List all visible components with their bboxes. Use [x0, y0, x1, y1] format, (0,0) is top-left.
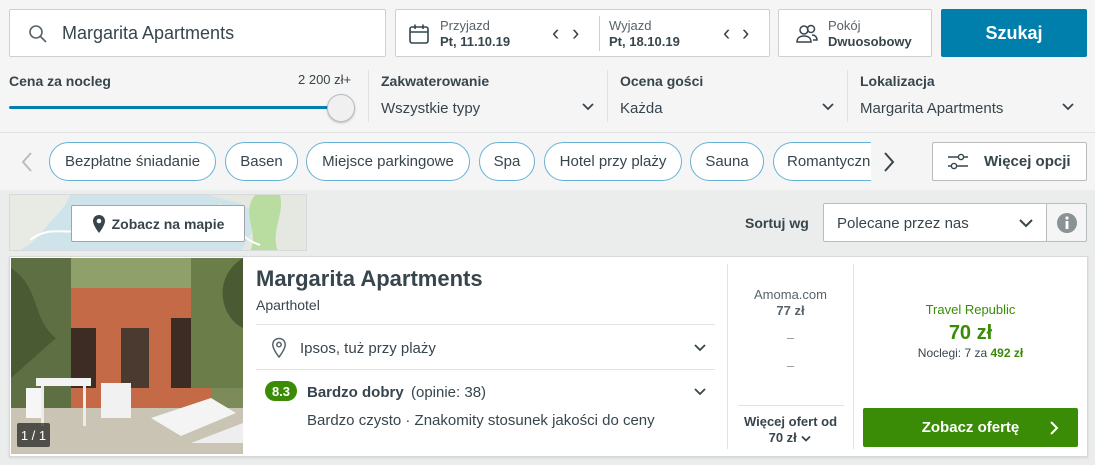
search-input[interactable]: Margarita Apartments — [9, 9, 386, 57]
search-value: Margarita Apartments — [62, 23, 235, 43]
chevron-down-icon — [801, 435, 812, 442]
filter-divider — [607, 70, 608, 122]
card-divider — [256, 324, 715, 325]
chevron-down-icon[interactable] — [821, 102, 835, 112]
sort-select[interactable]: Polecane przez nas — [823, 203, 1047, 242]
other-offer-placeholder: – — [786, 330, 795, 345]
more-offers-link[interactable]: Więcej ofert od — [728, 414, 853, 429]
hotel-location: Ipsos, tuż przy plaży — [300, 340, 436, 357]
accommodation-filter-value[interactable]: Wszystkie typy — [381, 100, 480, 117]
checkout-value[interactable]: Pt, 18.10.19 — [609, 34, 680, 49]
chevron-right-icon[interactable] — [882, 151, 896, 173]
column-divider — [738, 405, 844, 406]
rating-badge: 8.3 — [265, 381, 297, 401]
show-on-map-label: Zobacz na mapie — [111, 215, 225, 232]
sort-info-button[interactable] — [1046, 203, 1087, 242]
show-on-map-button[interactable]: Zobacz na mapie — [71, 205, 245, 242]
rating-filter-label: Ocena gości — [620, 73, 704, 89]
nights-prefix: Noclegi: 7 za — [917, 346, 988, 360]
best-offer-nights: Noclegi: 7 za 492 zł — [854, 346, 1087, 360]
hotel-name[interactable]: Margarita Apartments — [256, 266, 483, 292]
sort-label: Sortuj wg — [745, 215, 809, 231]
checkin-label: Przyjazd — [440, 18, 490, 33]
chip-parking[interactable]: Miejsce parkingowe — [306, 142, 470, 181]
info-icon — [1057, 213, 1077, 233]
chip-spa[interactable]: Spa — [479, 142, 535, 181]
sort-value: Polecane przez nas — [837, 215, 969, 232]
nights-total: 492 zł — [990, 346, 1024, 360]
chevron-down-icon — [1019, 219, 1033, 228]
best-offer-price[interactable]: 70 zł — [854, 322, 1087, 345]
price-filter-max: 2 200 zł+ — [298, 72, 352, 87]
price-slider-handle[interactable] — [327, 94, 355, 122]
chevron-down-icon[interactable] — [693, 343, 707, 353]
checkin-next-icon[interactable]: › — [572, 20, 579, 46]
room-selector[interactable]: Pokój Dwuosobowy — [778, 9, 932, 57]
more-offers-price-value: 70 zł — [768, 430, 797, 445]
hotel-type: Aparthotel — [256, 297, 320, 313]
room-label: Pokój — [828, 18, 861, 33]
best-offer-site[interactable]: Travel Republic — [854, 302, 1087, 317]
view-offer-label: Zobacz ofertę — [921, 419, 1020, 436]
more-options-label: Więcej opcji — [984, 153, 1071, 170]
photo-counter: 1 / 1 — [17, 423, 50, 447]
calendar-icon — [409, 24, 429, 44]
filter-divider — [368, 70, 369, 122]
chip-sauna[interactable]: Sauna — [690, 142, 764, 181]
more-options-button[interactable]: Więcej opcji — [932, 142, 1087, 181]
other-offer-price[interactable]: 77 zł — [728, 303, 853, 318]
sliders-icon — [948, 153, 968, 170]
chip-pool[interactable]: Basen — [225, 142, 298, 181]
chevron-down-icon[interactable] — [581, 102, 595, 112]
rating-highlights: Bardzo czysto · Znakomity stosunek jakoś… — [307, 412, 655, 429]
chip-beach-hotel[interactable]: Hotel przy plaży — [544, 142, 682, 181]
accommodation-filter-label: Zakwaterowanie — [381, 73, 490, 89]
checkout-label: Wyjazd — [609, 18, 652, 33]
map-pin-icon — [92, 214, 105, 233]
chevron-down-icon[interactable] — [693, 387, 707, 397]
filter-divider — [847, 70, 848, 122]
search-icon — [29, 25, 47, 43]
rating-filter-value[interactable]: Każda — [620, 100, 663, 117]
location-filter-value[interactable]: Margarita Apartments — [860, 100, 1003, 117]
chevron-down-icon[interactable] — [1061, 102, 1075, 112]
card-divider — [256, 369, 715, 370]
price-filter-label: Cena za nocleg — [9, 73, 111, 89]
price-slider-track[interactable] — [9, 106, 339, 109]
chevron-left-icon[interactable] — [20, 151, 34, 173]
chip-romantic[interactable]: Romantyczn — [773, 142, 871, 181]
location-pin-icon — [272, 337, 286, 359]
other-offer-placeholder: – — [786, 358, 795, 373]
date-divider — [599, 16, 600, 51]
checkout-prev-icon[interactable]: ‹ — [723, 20, 730, 46]
view-offer-button[interactable]: Zobacz ofertę — [863, 408, 1078, 447]
rating-text: Bardzo dobry — [307, 384, 404, 401]
chevron-right-icon — [1050, 421, 1059, 435]
rating-reviews: (opinie: 38) — [411, 384, 487, 401]
more-offers-price[interactable]: 70 zł — [728, 430, 853, 445]
chip-free-breakfast[interactable]: Bezpłatne śniadanie — [49, 142, 216, 181]
room-value: Dwuosobowy — [828, 34, 912, 49]
location-filter-label: Lokalizacja — [860, 73, 935, 89]
checkin-prev-icon[interactable]: ‹ — [552, 20, 559, 46]
other-offer-site[interactable]: Amoma.com — [728, 287, 853, 302]
checkout-next-icon[interactable]: › — [742, 20, 749, 46]
search-button[interactable]: Szukaj — [941, 9, 1087, 57]
checkin-value[interactable]: Pt, 11.10.19 — [440, 34, 510, 49]
guests-icon — [796, 24, 818, 43]
date-picker[interactable]: Przyjazd Pt, 11.10.19 ‹ › Wyjazd Pt, 18.… — [395, 9, 770, 57]
